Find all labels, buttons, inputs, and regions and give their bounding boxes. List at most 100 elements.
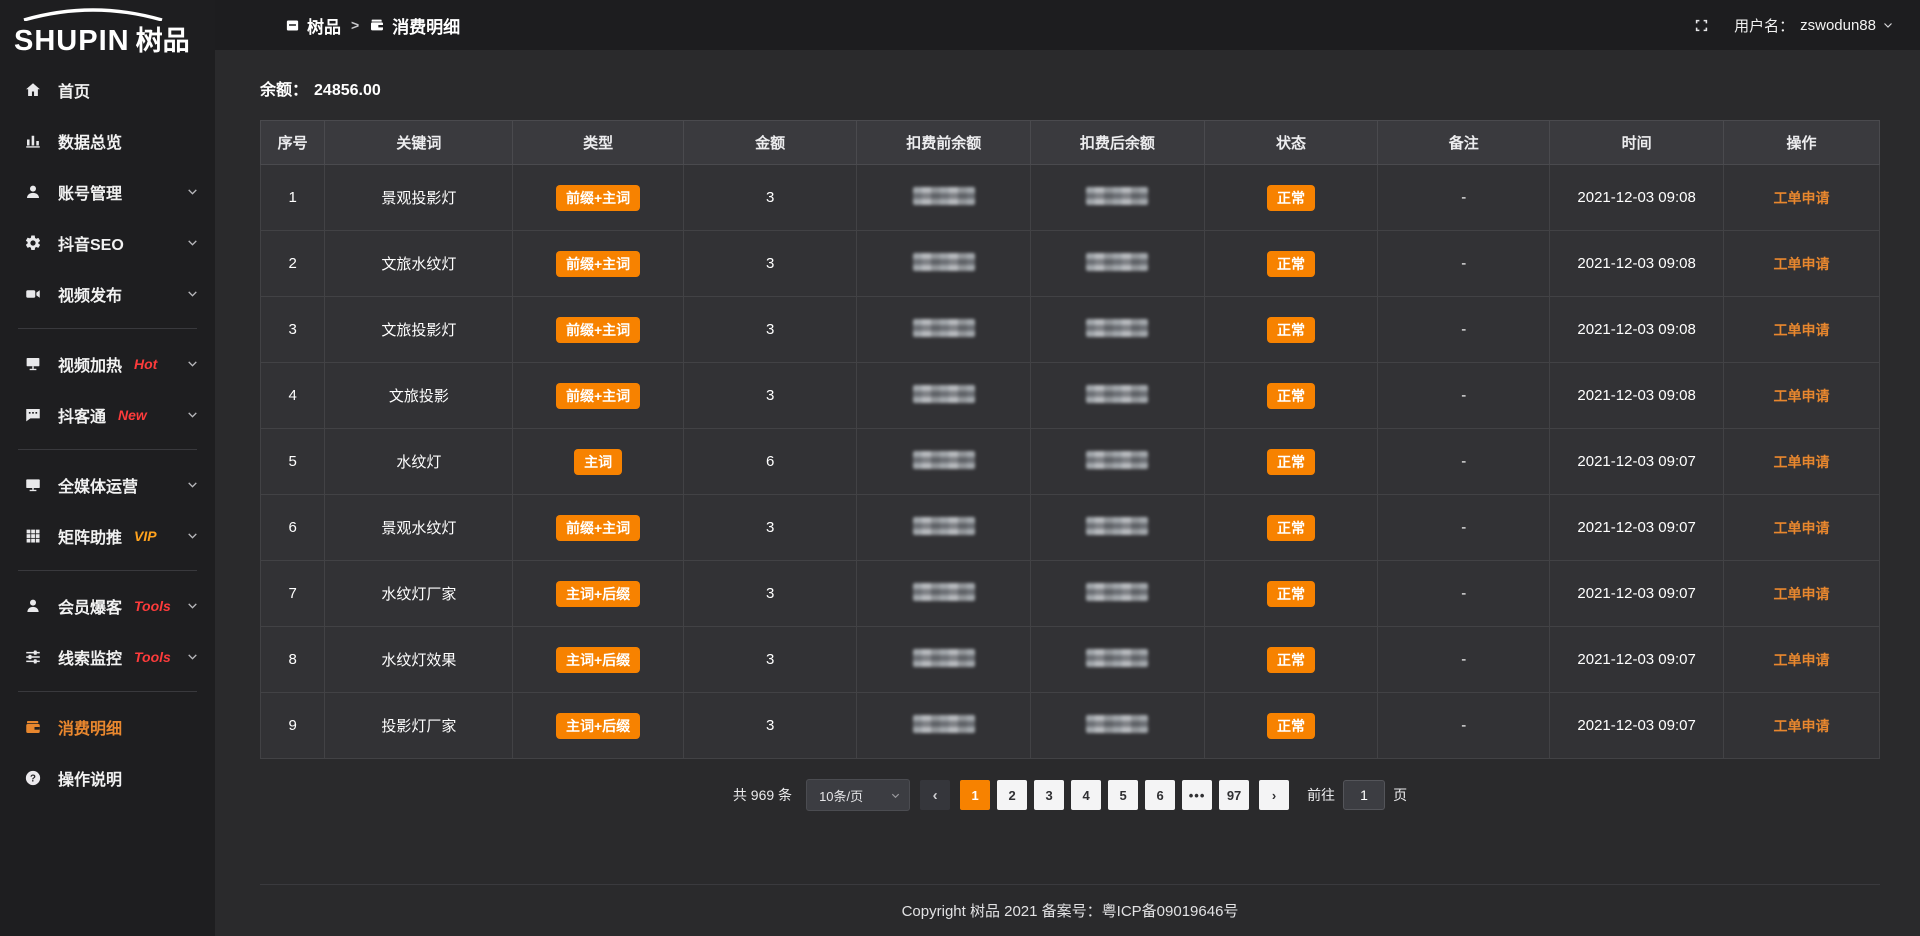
time-cell: 2021-12-03 09:08 — [1550, 363, 1724, 429]
keyword-cell: 水纹灯效果 — [325, 627, 513, 693]
amount-cell: 3 — [683, 297, 857, 363]
sidebar-item-member-burst[interactable]: 会员爆客 Tools — [0, 580, 215, 631]
sidebar-item-matrix-boost[interactable]: 矩阵助推 VIP — [0, 510, 215, 561]
footer: Copyright 树品 2021 备案号：粤ICP备09019646号 — [260, 884, 1880, 936]
type-badge: 前缀+主词 — [556, 515, 640, 541]
chevron-down-icon — [186, 529, 199, 542]
ticket-apply-link[interactable]: 工单申请 — [1773, 454, 1829, 470]
censored-value — [1086, 517, 1148, 535]
table-row: 8水纹灯效果主词+后缀3正常-2021-12-03 09:07工单申请 — [261, 627, 1880, 693]
page-button-5[interactable]: 5 — [1108, 780, 1138, 810]
remark-cell: - — [1378, 627, 1550, 693]
sidebar-item-douyin-seo[interactable]: 抖音SEO — [0, 217, 215, 268]
ticket-apply-link[interactable]: 工单申请 — [1773, 652, 1829, 668]
censored-value — [1086, 187, 1148, 205]
page-button-2[interactable]: 2 — [997, 780, 1027, 810]
type-cell: 前缀+主词 — [513, 363, 683, 429]
status-badge: 正常 — [1267, 383, 1315, 409]
prev-page-button[interactable]: ‹ — [920, 780, 950, 810]
censored-value — [913, 649, 975, 667]
fullscreen-icon[interactable] — [1691, 15, 1712, 36]
action-cell: 工单申请 — [1723, 693, 1879, 759]
type-badge: 前缀+主词 — [556, 251, 640, 277]
goto-suffix: 页 — [1393, 785, 1407, 805]
main-content: 余额：24856.00 序号关键词类型金额扣费前余额扣费后余额状态备注时间操作 … — [215, 50, 1920, 936]
ticket-apply-link[interactable]: 工单申请 — [1773, 256, 1829, 272]
page-button-6[interactable]: 6 — [1145, 780, 1175, 810]
sidebar-item-account-management[interactable]: 账号管理 — [0, 166, 215, 217]
column-header: 序号 — [261, 121, 325, 165]
sidebar-item-label: 消费明细 — [58, 715, 122, 739]
censored-value — [913, 385, 975, 403]
index-cell: 7 — [261, 561, 325, 627]
index-cell: 2 — [261, 231, 325, 297]
sidebar-item-label: 抖音SEO — [58, 231, 124, 255]
sidebar-item-label: 矩阵助推 — [58, 524, 122, 548]
sidebar-item-video-heat[interactable]: 视频加热 Hot — [0, 338, 215, 389]
keyword-cell: 景观水纹灯 — [325, 495, 513, 561]
sidebar-item-operation-guide[interactable]: ? 操作说明 — [0, 752, 215, 803]
action-cell: 工单申请 — [1723, 297, 1879, 363]
page-ellipsis-button[interactable]: ••• — [1182, 780, 1212, 810]
censored-value — [1086, 319, 1148, 337]
user-menu[interactable]: 用户名： zswodun88 — [1734, 15, 1894, 36]
ticket-apply-link[interactable]: 工单申请 — [1773, 190, 1829, 206]
app-logo: SHUPIN 树品 — [0, 0, 215, 62]
amount-cell: 3 — [683, 231, 857, 297]
page-button-97[interactable]: 97 — [1219, 780, 1249, 810]
sidebar-item-label: 会员爆客 — [58, 594, 122, 618]
sidebar-item-clue-monitor[interactable]: 线索监控 Tools — [0, 631, 215, 682]
page-button-4[interactable]: 4 — [1071, 780, 1101, 810]
next-page-button[interactable]: › — [1259, 780, 1289, 810]
remark-cell: - — [1378, 495, 1550, 561]
page-button-1[interactable]: 1 — [960, 780, 990, 810]
index-cell: 3 — [261, 297, 325, 363]
time-cell: 2021-12-03 09:07 — [1550, 561, 1724, 627]
sidebar-item-home[interactable]: 首页 — [0, 64, 215, 115]
censored-value — [913, 451, 975, 469]
keyword-cell: 水纹灯厂家 — [325, 561, 513, 627]
censored-value — [1086, 649, 1148, 667]
ticket-apply-link[interactable]: 工单申请 — [1773, 388, 1829, 404]
sidebar-item-label: 全媒体运营 — [58, 473, 138, 497]
page-size-value: 10条/页 — [819, 786, 863, 805]
page-button-3[interactable]: 3 — [1034, 780, 1064, 810]
sidebar-item-consume-detail[interactable]: 消费明细 — [0, 701, 215, 752]
status-badge: 正常 — [1267, 185, 1315, 211]
sidebar-item-video-publish[interactable]: 视频发布 — [0, 268, 215, 319]
page-size-select[interactable]: 10条/页 — [806, 779, 910, 811]
ticket-apply-link[interactable]: 工单申请 — [1773, 586, 1829, 602]
chevron-down-icon — [890, 790, 901, 801]
time-cell: 2021-12-03 09:07 — [1550, 495, 1724, 561]
sidebar-item-label: 视频发布 — [58, 282, 122, 306]
total-count: 共 969 条 — [733, 785, 792, 805]
home-icon — [24, 81, 43, 99]
chevron-down-icon — [186, 478, 199, 491]
ticket-apply-link[interactable]: 工单申请 — [1773, 322, 1829, 338]
remark-cell: - — [1378, 561, 1550, 627]
breadcrumb-item-consume-detail[interactable]: 消费明细 — [369, 13, 460, 38]
censored-value — [913, 187, 975, 205]
censored-value — [1086, 253, 1148, 271]
pagination: 共 969 条 10条/页 ‹ 123456•••97 › 前往 页 — [260, 779, 1880, 811]
ticket-apply-link[interactable]: 工单申请 — [1773, 520, 1829, 536]
goto-page-input[interactable] — [1343, 780, 1385, 810]
sidebar-item-label: 视频加热 — [58, 352, 122, 376]
remark-cell: - — [1378, 693, 1550, 759]
chevron-down-icon — [186, 236, 199, 249]
sidebar-item-badge: VIP — [134, 528, 157, 544]
time-cell: 2021-12-03 09:07 — [1550, 693, 1724, 759]
ticket-apply-link[interactable]: 工单申请 — [1773, 718, 1829, 734]
remark-cell: - — [1378, 429, 1550, 495]
sidebar-item-doukotong[interactable]: 抖客通 New — [0, 389, 215, 440]
sidebar-item-badge: Hot — [134, 356, 157, 372]
chevron-down-icon — [186, 408, 199, 421]
sidebar-item-media-operation[interactable]: 全媒体运营 — [0, 459, 215, 510]
sidebar-item-data-overview[interactable]: 数据总览 — [0, 115, 215, 166]
video-icon — [24, 285, 43, 303]
breadcrumb-item-shupin[interactable]: 树品 — [285, 13, 341, 38]
amount-cell: 3 — [683, 561, 857, 627]
grid-icon — [24, 527, 43, 545]
balance-before-cell — [857, 165, 1031, 231]
status-cell: 正常 — [1204, 363, 1378, 429]
